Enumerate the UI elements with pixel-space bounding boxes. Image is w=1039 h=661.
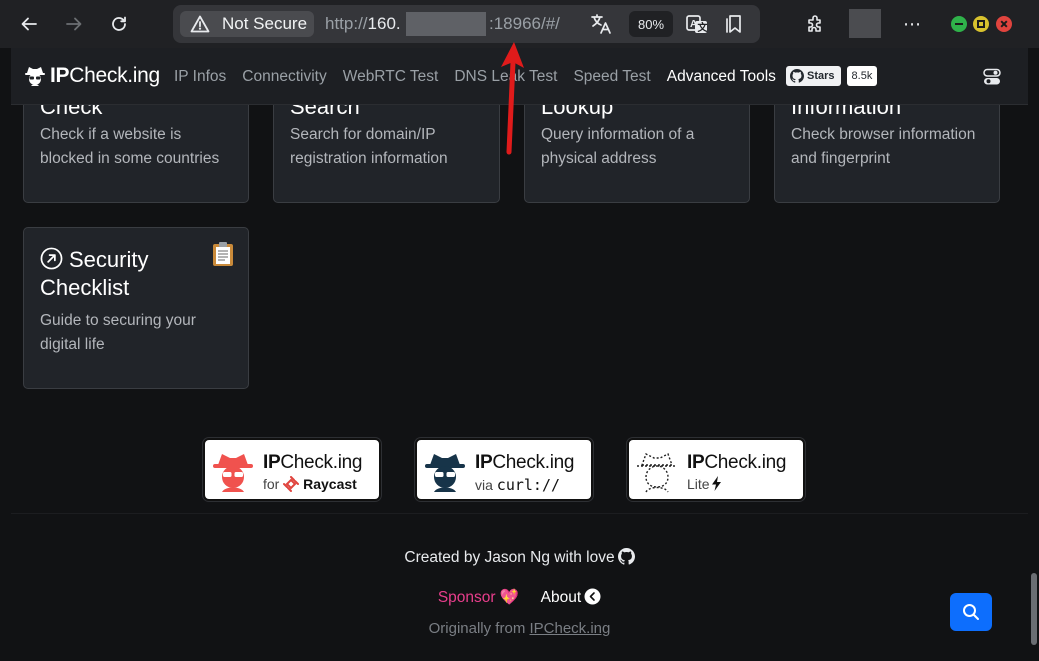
footer-origin: Originally from IPCheck.ing [428, 620, 611, 637]
promo-title: IPCheck.ing [687, 452, 787, 473]
page-scrollbar[interactable] [1028, 48, 1039, 661]
github-footer-icon[interactable] [617, 548, 635, 565]
card-description: Query information of a physical address [541, 126, 695, 167]
arrow-up-right-circle-icon [40, 247, 63, 270]
url-host: 160. [367, 14, 401, 33]
promo-subtitle: for Raycast [263, 476, 357, 492]
card-description: Search for domain/IP registration inform… [290, 126, 448, 167]
promo-subtitle: via curl:// [475, 476, 561, 494]
extensions-icon[interactable] [805, 13, 827, 35]
reload-button[interactable] [106, 11, 132, 37]
close-button[interactable] [996, 16, 1012, 32]
search-icon [963, 604, 979, 620]
sponsor-link[interactable]: Sponsor 💖 [438, 589, 519, 606]
translate-icon[interactable] [590, 13, 612, 35]
scrollbar-thumb[interactable] [1031, 573, 1037, 645]
raycast-icon [283, 476, 300, 492]
github-icon [790, 69, 804, 83]
annotation-arrow-icon [501, 42, 524, 155]
nav-speed-test[interactable]: Speed Test [573, 68, 650, 86]
brand-link[interactable]: IPCheck.ing [23, 64, 160, 88]
browser-window: Not Secure http://160. :18966/#/ 80% A文 … [0, 0, 1039, 661]
address-bar[interactable]: Not Secure http://160. :18966/#/ 80% A文 [173, 5, 760, 43]
url-port-path: :18966/#/ [489, 14, 560, 33]
promo-row: IPCheck.ing for Raycast IPCheck.ing via … [11, 438, 1028, 513]
github-stars-count[interactable]: 8.5k [846, 66, 878, 86]
toggle-switches-icon[interactable] [983, 68, 1001, 86]
main-nav: IP Infos Connectivity WebRTC Test DNS Le… [174, 68, 792, 86]
zoom-indicator[interactable]: 80% [629, 11, 673, 37]
nav-webrtc-test[interactable]: WebRTC Test [343, 68, 439, 86]
footer-credit: Created by Jason Ng with love [11, 548, 1028, 567]
lite-version-button[interactable]: IPCheck.ing Lite [627, 438, 805, 501]
more-options-icon[interactable]: ⋯ [903, 14, 922, 35]
forward-arrow-icon [66, 17, 82, 31]
url-redaction-block [406, 12, 486, 36]
svg-text:文: 文 [698, 21, 709, 34]
reload-icon [112, 16, 126, 31]
about-link[interactable]: About [541, 588, 602, 606]
nav-advanced-tools[interactable]: Advanced Tools [667, 68, 776, 86]
page-footer: Created by Jason Ng with love Sponsor 💖 … [11, 513, 1028, 661]
nav-connectivity[interactable]: Connectivity [242, 68, 326, 86]
spy-logo-navy-icon [425, 454, 465, 492]
maximize-button[interactable] [973, 16, 989, 32]
promo-subtitle: Lite [687, 476, 722, 492]
back-arrow-icon [21, 17, 37, 31]
promo-title: IPCheck.ing [263, 452, 363, 473]
lightning-icon [711, 476, 721, 491]
github-stars-button[interactable]: Stars [786, 66, 841, 86]
card-security-checklist[interactable]: Security Checklist Guide to securing you… [23, 227, 249, 389]
card-description: Check browser information and fingerprin… [791, 126, 976, 167]
profile-avatar[interactable] [849, 9, 881, 38]
url-text[interactable]: http://160. [325, 14, 401, 34]
immersive-reader-icon[interactable]: A文 [685, 13, 709, 35]
promo-title: IPCheck.ing [475, 452, 575, 473]
security-label: Not Secure [222, 14, 308, 33]
github-stars-badge[interactable]: Stars 8.5k [786, 66, 878, 86]
minimize-button[interactable] [951, 16, 967, 32]
url-scheme: http:// [325, 14, 368, 33]
origin-link[interactable]: IPCheck.ing [529, 620, 610, 637]
raycast-extension-button[interactable]: IPCheck.ing for Raycast [203, 438, 381, 501]
card-title: Security Checklist [40, 247, 149, 300]
footer-links: Sponsor 💖 About [11, 588, 1028, 607]
curl-cli-button[interactable]: IPCheck.ing via curl:// [415, 438, 593, 501]
warning-triangle-icon [190, 15, 210, 33]
card-description: Check if a website is blocked in some co… [40, 126, 220, 167]
brand-name: IPCheck.ing [50, 64, 160, 87]
forward-button[interactable] [61, 11, 87, 37]
security-indicator[interactable]: Not Secure [180, 11, 314, 37]
back-button[interactable] [16, 11, 42, 37]
spy-outline-logo-icon [637, 453, 677, 493]
favorites-icon[interactable] [724, 13, 746, 35]
nav-ip-infos[interactable]: IP Infos [174, 68, 226, 86]
spy-logo-red-icon [213, 454, 253, 492]
search-button[interactable] [950, 593, 992, 631]
card-description: Guide to securing your digital life [40, 312, 196, 353]
arrow-left-circle-icon [584, 588, 601, 605]
spy-logo-icon [25, 67, 45, 86]
github-stars-label: Stars [807, 70, 835, 82]
